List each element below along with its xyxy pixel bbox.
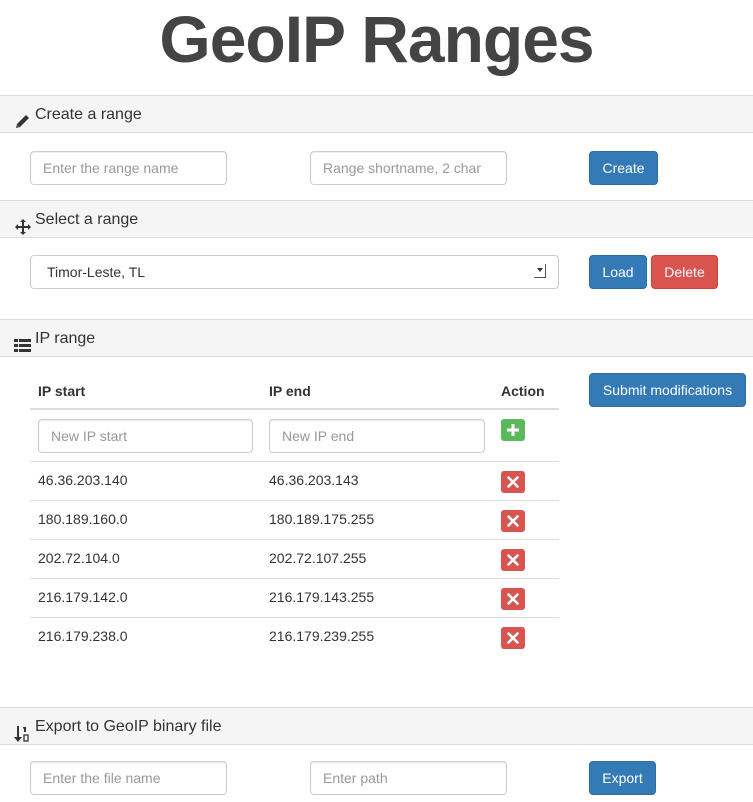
ip-end-cell: 216.179.239.255 — [269, 628, 375, 644]
table-row: 216.179.238.0 216.179.239.255 — [30, 617, 559, 656]
close-icon — [507, 515, 519, 527]
page-title: GeoIP Ranges — [159, 2, 594, 76]
plus-icon — [507, 424, 519, 436]
close-icon — [507, 476, 519, 488]
table-row: 202.72.104.0 202.72.107.255 — [30, 539, 559, 578]
remove-row-button[interactable] — [501, 588, 525, 610]
table-row: 180.189.160.0 180.189.175.255 — [30, 500, 559, 539]
create-button[interactable]: Create — [589, 151, 658, 185]
remove-row-button[interactable] — [501, 510, 525, 532]
ip-end-cell: 180.189.175.255 — [269, 511, 375, 527]
ip-end-cell: 216.179.143.255 — [269, 589, 375, 605]
table-row: 216.179.142.0 216.179.143.255 — [30, 578, 559, 617]
remove-row-button[interactable] — [501, 471, 525, 493]
create-range-header: Create a range — [0, 95, 753, 133]
ip-end-cell: 202.72.107.255 — [269, 550, 367, 566]
file-name-input[interactable] — [30, 761, 227, 795]
select-range-header: Select a range — [0, 200, 753, 238]
range-select-value: Timor-Leste, TL — [47, 264, 146, 280]
ip-start-cell: 216.179.142.0 — [38, 589, 128, 605]
new-ip-start-input[interactable] — [38, 419, 253, 453]
ip-start-cell: 202.72.104.0 — [38, 550, 120, 566]
close-icon — [507, 632, 519, 644]
ip-start-cell: 216.179.238.0 — [38, 628, 128, 644]
export-title: Export to GeoIP binary file — [35, 718, 222, 735]
add-range-button[interactable] — [501, 419, 525, 441]
close-icon — [507, 554, 519, 566]
remove-row-button[interactable] — [501, 549, 525, 571]
delete-button[interactable]: Delete — [651, 255, 718, 289]
list-icon — [14, 331, 32, 352]
path-input[interactable] — [310, 761, 507, 795]
sort-export-icon — [14, 719, 32, 742]
column-header-ip-start: IP start — [38, 383, 86, 399]
submit-modifications-button[interactable]: Submit modifications — [589, 373, 746, 407]
move-arrows-icon — [14, 212, 32, 235]
create-range-title: Create a range — [35, 106, 142, 123]
range-shortname-input[interactable] — [310, 151, 507, 185]
column-header-ip-end: IP end — [269, 383, 311, 399]
ip-range-title: IP range — [35, 330, 96, 347]
ip-range-header: IP range — [0, 319, 753, 357]
table-header-divider — [30, 408, 559, 410]
export-button[interactable]: Export — [589, 761, 656, 795]
table-row: 46.36.203.140 46.36.203.143 — [30, 461, 559, 500]
close-icon — [507, 593, 519, 605]
load-button[interactable]: Load — [589, 255, 647, 289]
pencil-icon — [14, 107, 32, 128]
export-header: Export to GeoIP binary file — [0, 707, 753, 745]
chevron-down-icon — [534, 264, 546, 278]
column-header-action: Action — [501, 383, 545, 399]
ip-end-cell: 46.36.203.143 — [269, 472, 359, 488]
remove-row-button[interactable] — [501, 627, 525, 649]
range-name-input[interactable] — [30, 151, 227, 185]
select-range-title: Select a range — [35, 211, 139, 228]
new-ip-end-input[interactable] — [269, 419, 485, 453]
ip-start-cell: 46.36.203.140 — [38, 472, 128, 488]
range-select[interactable]: Timor-Leste, TL — [30, 255, 559, 289]
ip-start-cell: 180.189.160.0 — [38, 511, 128, 527]
